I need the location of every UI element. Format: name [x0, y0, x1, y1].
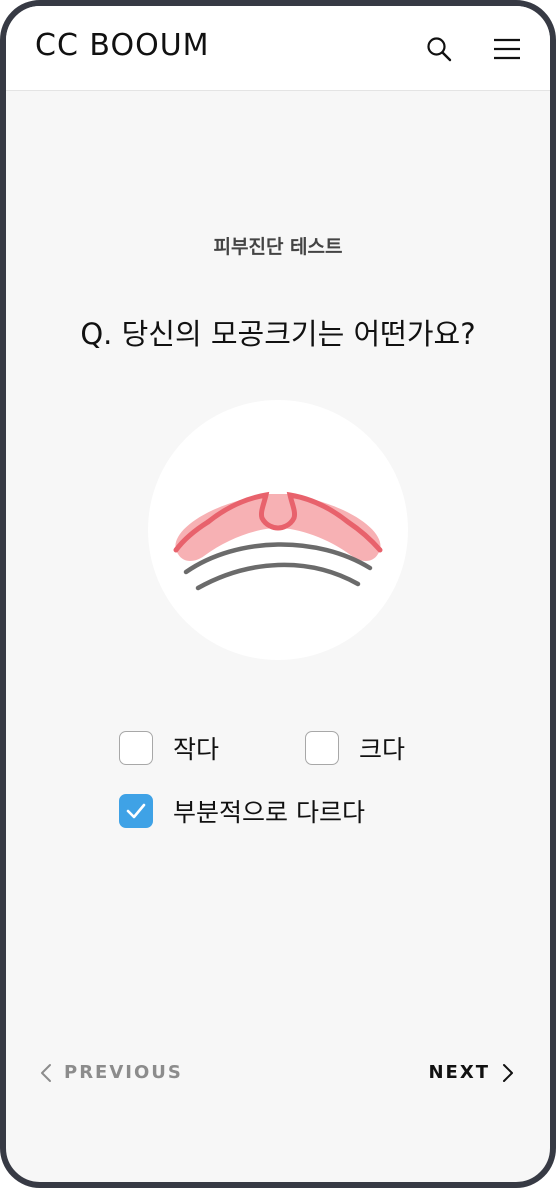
option-small[interactable]: 작다	[119, 730, 219, 766]
test-subtitle: 피부진단 테스트	[213, 236, 343, 258]
pore-illustration	[148, 400, 408, 660]
checkbox-partial[interactable]	[119, 794, 153, 828]
previous-button[interactable]: PREVIOUS	[40, 1062, 183, 1083]
search-icon	[427, 37, 452, 62]
option-partial-label: 부분적으로 다르다	[173, 798, 365, 827]
option-large-label: 크다	[359, 735, 406, 764]
chevron-right-icon	[503, 1063, 513, 1082]
next-button[interactable]: NEXT	[428, 1062, 514, 1083]
checkmark-icon	[126, 803, 146, 819]
menu-button[interactable]	[490, 32, 524, 66]
search-button[interactable]	[422, 32, 456, 66]
option-small-label: 작다	[173, 735, 220, 764]
hamburger-menu-icon	[494, 38, 520, 60]
chevron-left-icon	[41, 1063, 51, 1082]
question-text: Q. 당신의 모공크기는 어떤가요?	[80, 317, 476, 351]
next-label: NEXT	[428, 1062, 490, 1083]
pore-illustration-graphic	[173, 491, 383, 591]
phone-frame: CC BOOUM 피부진단 테스트 Q. 당신의 모공크기는 어떤가요? 작다 …	[0, 0, 556, 1188]
previous-label: PREVIOUS	[64, 1062, 183, 1083]
checkbox-small[interactable]	[119, 731, 153, 765]
option-partial[interactable]: 부분적으로 다르다	[119, 793, 365, 829]
option-large[interactable]: 크다	[305, 730, 405, 766]
brand-logo[interactable]: CC BOOUM	[35, 28, 210, 63]
app-header: CC BOOUM	[6, 6, 550, 91]
checkbox-large[interactable]	[305, 731, 339, 765]
